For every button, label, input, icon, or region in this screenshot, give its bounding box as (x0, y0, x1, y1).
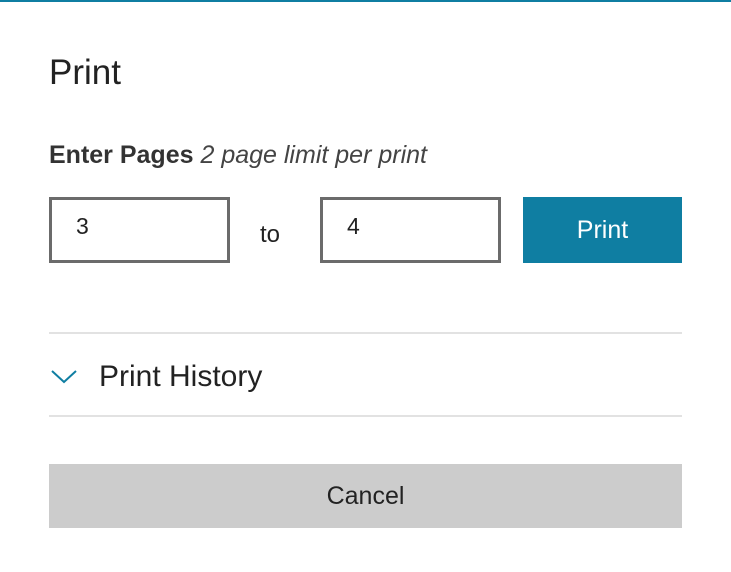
print-history-toggle[interactable]: Print History (49, 342, 682, 412)
instruction-label: Enter Pages (49, 141, 194, 169)
print-button[interactable]: Print (523, 197, 682, 263)
cancel-button[interactable]: Cancel (49, 464, 682, 528)
print-history-label: Print History (99, 360, 263, 393)
from-page-value: 3 (76, 213, 89, 239)
divider-top (49, 332, 682, 334)
page-instruction: Enter Pages 2 page limit per print (49, 139, 427, 171)
page-limit-note: 2 page limit per print (200, 141, 427, 169)
to-page-input[interactable]: 4 (320, 197, 501, 263)
to-page-value: 4 (347, 213, 360, 239)
from-page-input[interactable]: 3 (49, 197, 230, 263)
divider-bottom (49, 415, 682, 417)
range-to-label: to (260, 221, 281, 248)
dialog-title: Print (49, 53, 121, 92)
print-dialog: Print Enter Pages 2 page limit per print… (0, 0, 731, 572)
chevron-down-icon (49, 367, 79, 387)
